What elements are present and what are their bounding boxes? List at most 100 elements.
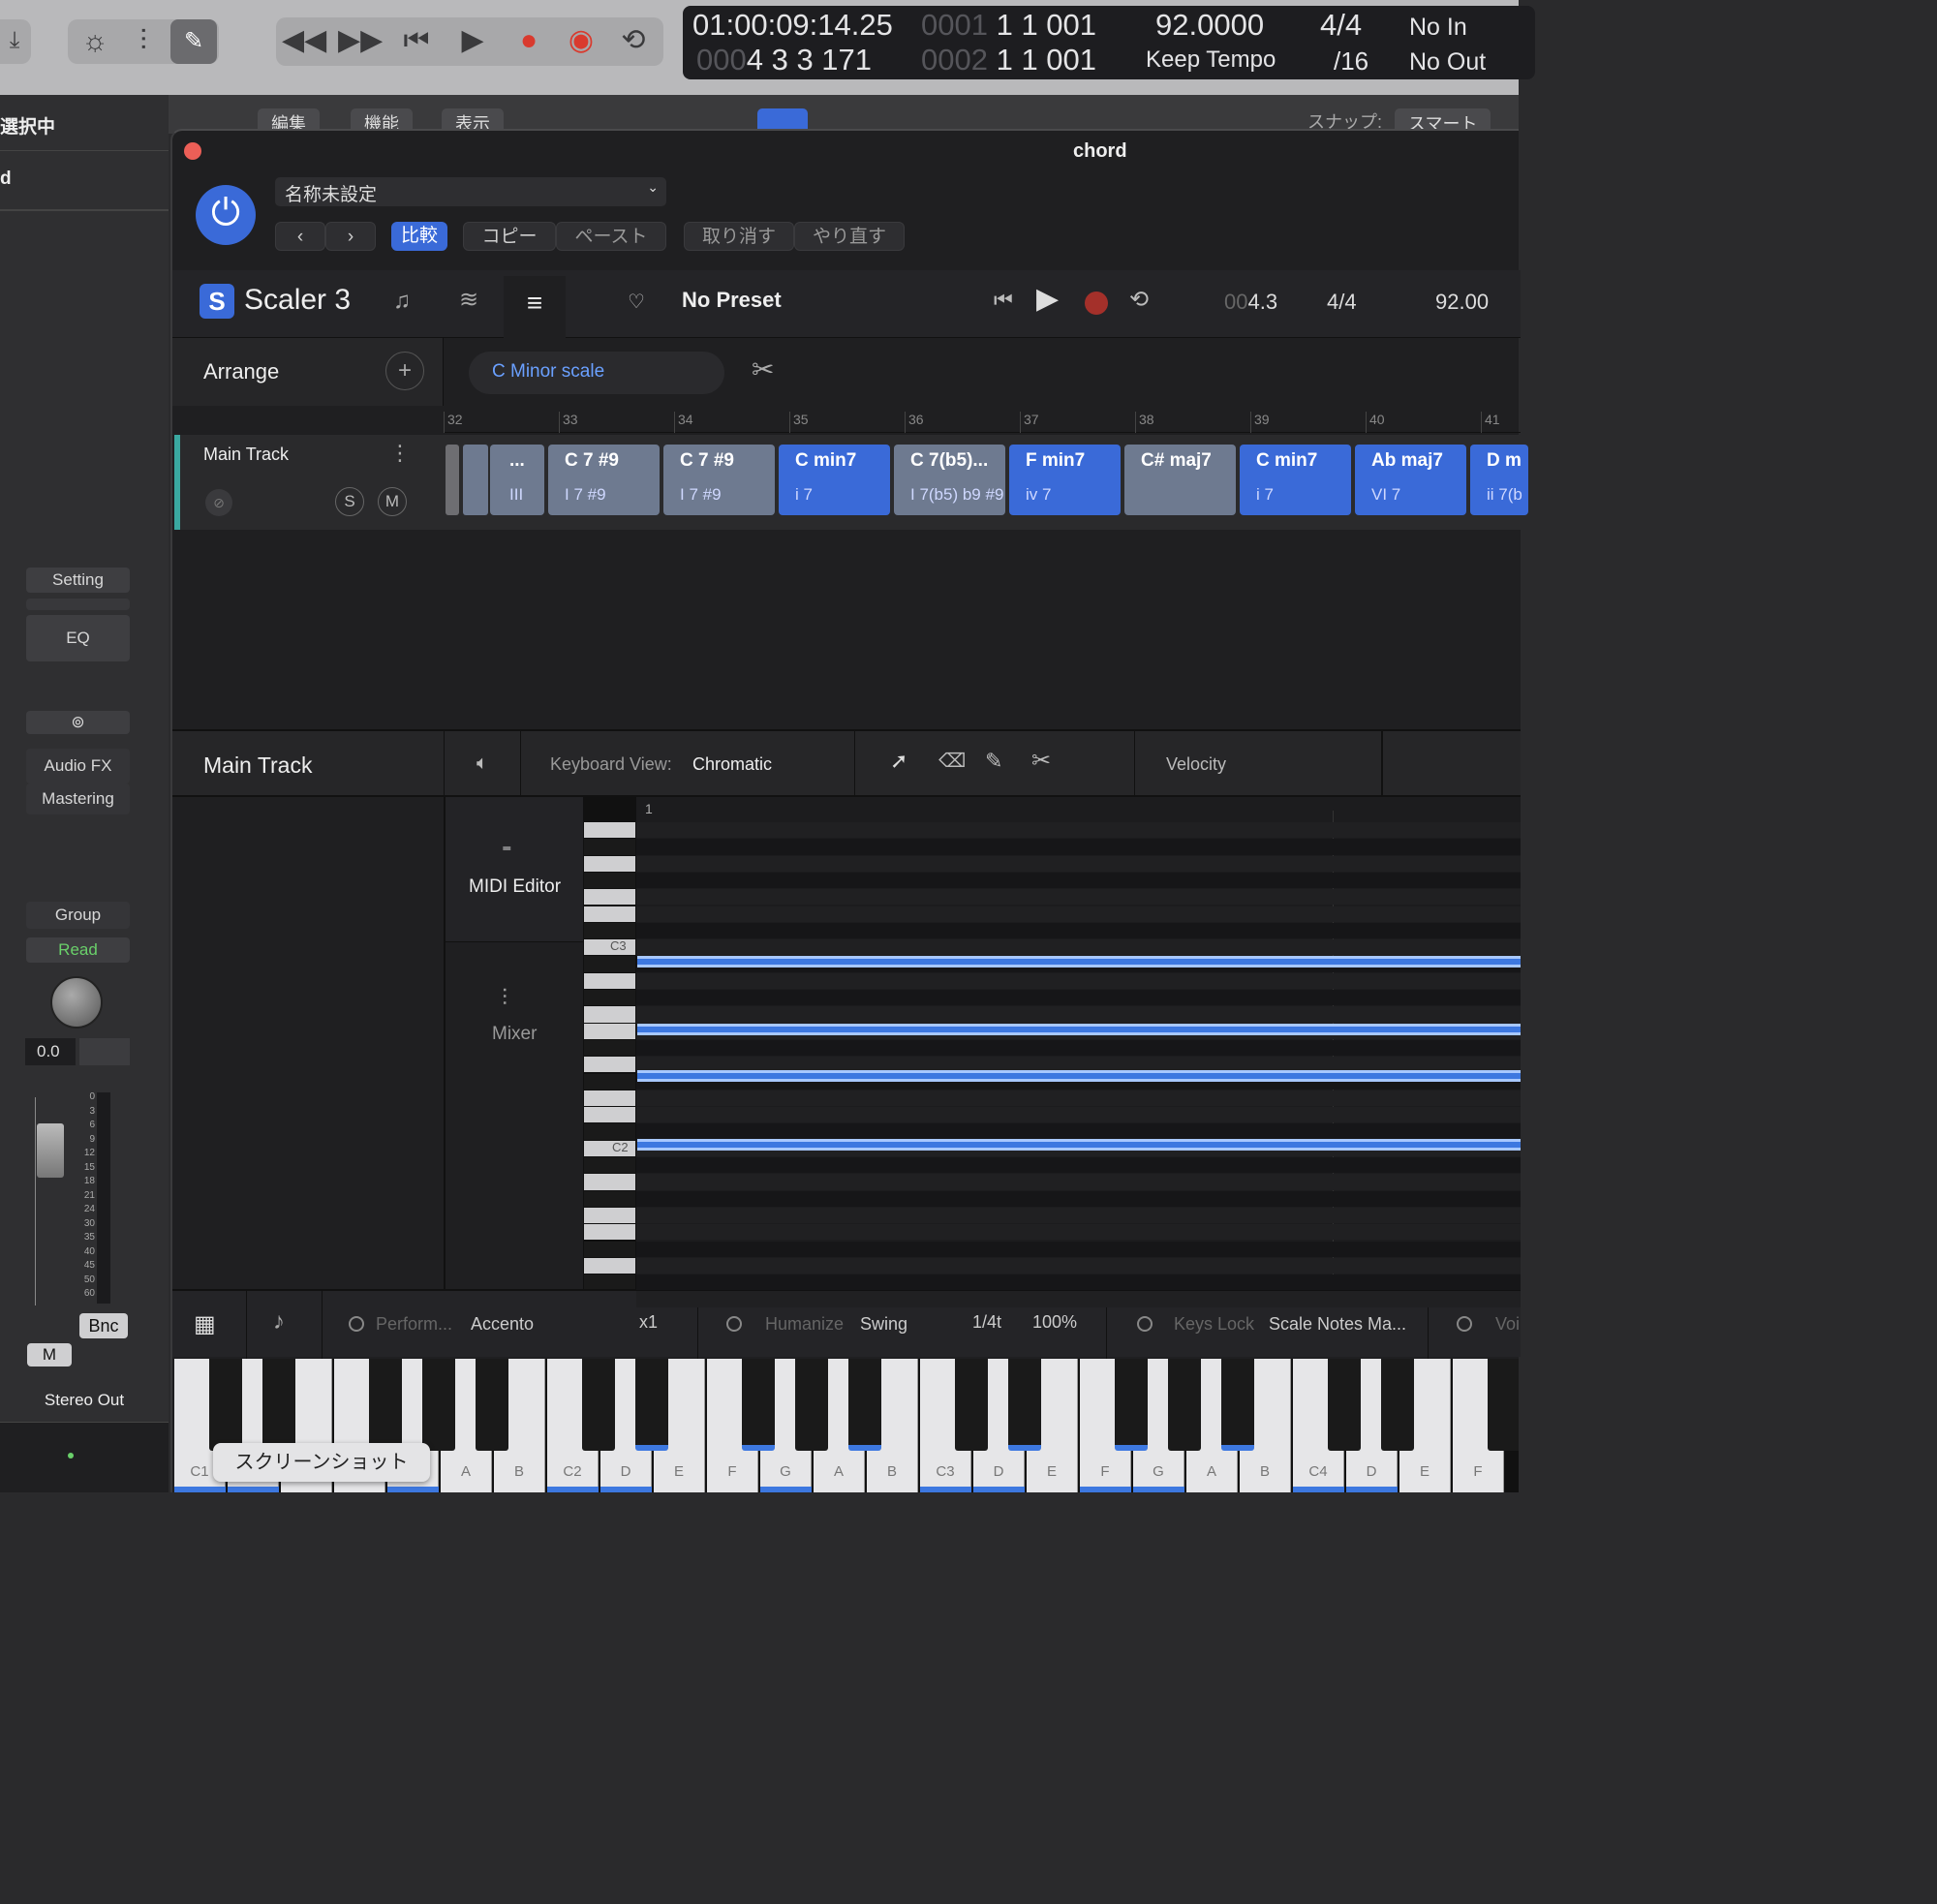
piano-roll-key[interactable]	[584, 1157, 635, 1174]
scissors-tool-icon[interactable]: ✂	[1031, 747, 1051, 775]
chord-block[interactable]: C 7 #9 I 7 #9	[663, 445, 775, 515]
piano-roll-key[interactable]	[584, 1207, 635, 1224]
piano-roll-key[interactable]	[584, 822, 635, 839]
midi-note[interactable]	[637, 1139, 1521, 1151]
piano-roll-key[interactable]	[584, 1274, 635, 1291]
piano-roll-key[interactable]	[584, 1073, 635, 1090]
previous-preset-button[interactable]: ‹	[275, 222, 325, 251]
piano-roll-key[interactable]	[584, 1123, 635, 1140]
arrange-tab-icon[interactable]: ≡	[504, 276, 566, 338]
velocity-tab[interactable]: Velocity	[1166, 754, 1226, 775]
voicing-toggle[interactable]	[1457, 1316, 1472, 1332]
music-folder-icon[interactable]: ♫	[393, 288, 411, 315]
black-key[interactable]	[1381, 1359, 1414, 1451]
copy-button[interactable]: コピー	[463, 222, 556, 251]
skip-back-icon[interactable]: ⏮	[994, 288, 1013, 313]
piano-roll-key[interactable]	[584, 889, 635, 906]
fast-forward-icon[interactable]: ▶▶	[338, 14, 383, 68]
chord-block[interactable]: D m ii 7(b	[1470, 445, 1528, 515]
bypass-power-icon[interactable]: ⏻	[196, 185, 256, 245]
pointer-tool-icon[interactable]: ➚	[890, 749, 907, 774]
scaler-record-icon[interactable]	[1085, 292, 1108, 315]
black-key[interactable]	[1488, 1359, 1519, 1451]
capture-record-icon[interactable]: ◉	[559, 14, 603, 68]
pencil-tool-icon[interactable]: ✎	[985, 749, 1002, 774]
black-key[interactable]	[848, 1359, 881, 1451]
pan-knob[interactable]	[50, 976, 103, 1029]
group-slot[interactable]: Group	[26, 902, 130, 929]
black-key[interactable]	[476, 1359, 508, 1451]
mastering-plugin-slot[interactable]: Mastering	[26, 783, 130, 814]
record-icon[interactable]: ●	[507, 14, 551, 68]
preset-menu[interactable]: 名称未設定 ⌄	[275, 177, 666, 206]
mixer-tab[interactable]: ⫶ Mixer	[446, 942, 583, 1289]
keyboard-view-value[interactable]: Chromatic	[692, 754, 772, 775]
chord-block[interactable]: C min7 i 7	[779, 445, 890, 515]
black-key[interactable]	[1328, 1359, 1361, 1451]
guitar-icon[interactable]: ♪	[273, 1308, 285, 1336]
volume-fader[interactable]	[37, 1123, 64, 1178]
mute-track-button[interactable]: M	[378, 487, 407, 516]
piano-roll-key[interactable]	[584, 1224, 635, 1241]
link-track-icon[interactable]: ⊘	[205, 489, 232, 516]
chord-block[interactable]: C 7(b5)... I 7(b5) b9 #9	[894, 445, 1005, 515]
scissors-icon[interactable]: ✂	[752, 353, 774, 385]
rewind-icon[interactable]: ◀◀	[282, 14, 326, 68]
piano-roll-key[interactable]	[584, 972, 635, 989]
piano-roll-key[interactable]	[584, 1190, 635, 1207]
piano-roll-key[interactable]	[584, 1241, 635, 1257]
chord-block[interactable]: Ab maj7 VI 7	[1355, 445, 1466, 515]
perform-multiplier[interactable]: x1	[639, 1312, 658, 1333]
cycle-icon[interactable]: ⟲	[611, 14, 656, 68]
piano-roll-key[interactable]	[584, 839, 635, 855]
keys-lock-value[interactable]: Scale Notes Ma...	[1269, 1314, 1406, 1335]
link-icon[interactable]: ⊚	[26, 711, 130, 734]
layers-icon[interactable]: ≋	[459, 286, 478, 314]
bounce-button[interactable]: Bnc	[79, 1313, 128, 1338]
piano-roll-key[interactable]	[584, 906, 635, 922]
add-section-icon[interactable]: +	[385, 352, 424, 390]
mute-button[interactable]: M	[27, 1343, 72, 1367]
keyboard-icon[interactable]: ▦	[194, 1310, 216, 1338]
humanize-division[interactable]: 1/4t	[972, 1312, 1001, 1333]
black-key[interactable]	[1221, 1359, 1254, 1451]
midi-note[interactable]	[637, 1024, 1521, 1035]
black-key[interactable]	[262, 1359, 295, 1451]
piano-roll-key[interactable]	[584, 1057, 635, 1073]
compare-button[interactable]: 比較	[391, 222, 447, 251]
scaler-preset[interactable]: No Preset	[682, 288, 782, 313]
humanize-value[interactable]: Swing	[860, 1314, 907, 1335]
play-icon[interactable]: ▶	[450, 14, 495, 68]
go-to-start-icon[interactable]: ⏮	[394, 14, 439, 68]
black-key[interactable]	[955, 1359, 988, 1451]
black-key[interactable]	[1168, 1359, 1201, 1451]
more-options-icon[interactable]: ⋮	[389, 441, 411, 466]
redo-button[interactable]: やり直す	[794, 222, 905, 251]
gain-slot[interactable]	[26, 599, 130, 610]
eq-button[interactable]: EQ	[26, 615, 130, 661]
favorite-heart-icon[interactable]: ♡	[628, 290, 645, 314]
chord-block[interactable]: C 7 #9 I 7 #9	[548, 445, 660, 515]
chord-block[interactable]: C min7 i 7	[1240, 445, 1351, 515]
chord-fragment[interactable]	[463, 445, 488, 515]
humanize-percent[interactable]: 100%	[1032, 1312, 1077, 1333]
piano-roll-key[interactable]	[584, 1174, 635, 1190]
piano-roll-key[interactable]	[584, 1257, 635, 1274]
scaler-loop-icon[interactable]: ⟲	[1129, 286, 1149, 314]
black-key[interactable]	[1008, 1359, 1041, 1451]
midi-note[interactable]	[637, 1070, 1521, 1082]
piano-roll-key[interactable]	[584, 990, 635, 1006]
midi-note[interactable]	[637, 956, 1521, 967]
chord-block[interactable]: C# maj7	[1124, 445, 1236, 515]
black-key[interactable]	[635, 1359, 668, 1451]
scaler-play-icon[interactable]: ▶	[1036, 282, 1059, 316]
setting-button[interactable]: Setting	[26, 568, 130, 593]
mixer-icon[interactable]: ⫶	[124, 15, 163, 69]
piano-roll-key[interactable]	[584, 1023, 635, 1039]
undo-button[interactable]: 取り消す	[684, 222, 794, 251]
lcd-display[interactable]: 01:00:09:14.25 0004 3 3 171 0001 1 1 001…	[683, 6, 1535, 79]
piano-roll-key[interactable]	[584, 855, 635, 872]
black-key[interactable]	[582, 1359, 615, 1451]
black-key[interactable]	[209, 1359, 242, 1451]
track-header[interactable]: Main Track ⋮ ⊘ S M	[174, 435, 444, 530]
